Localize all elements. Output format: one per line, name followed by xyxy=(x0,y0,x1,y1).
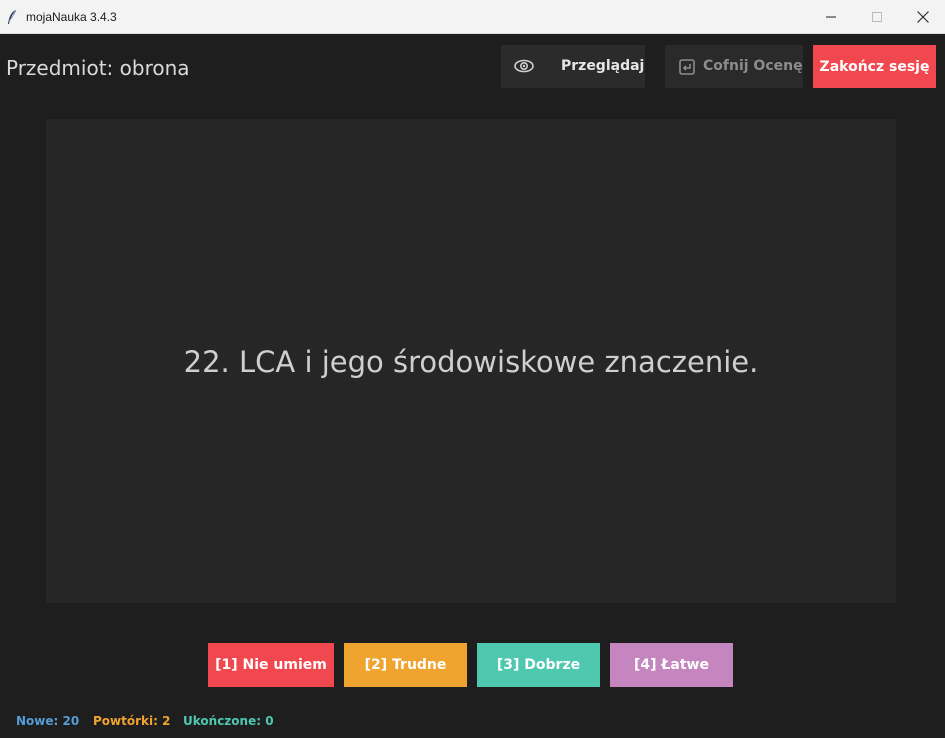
flashcard[interactable]: 22. LCA i jego środowiskowe znaczenie. xyxy=(46,119,896,603)
end-session-button[interactable]: Zakończ sesję xyxy=(813,45,936,88)
question-text: 22. LCA i jego środowiskowe znaczenie. xyxy=(183,345,759,379)
minimize-icon xyxy=(826,16,836,18)
close-button[interactable] xyxy=(900,0,945,34)
rating-hard-button[interactable]: [2] Trudne xyxy=(344,643,467,687)
undo-icon xyxy=(679,59,695,75)
reviews-count: Powtórki: 2 xyxy=(93,714,171,728)
rating-again-button[interactable]: [1] Nie umiem xyxy=(208,643,334,687)
browse-label: Przeglądaj xyxy=(561,58,645,74)
rating-good-button[interactable]: [3] Dobrze xyxy=(477,643,600,687)
subject-title: Przedmiot: obrona xyxy=(6,56,190,80)
done-count: Ukończone: 0 xyxy=(183,714,274,728)
feather-icon xyxy=(8,9,17,24)
maximize-button[interactable] xyxy=(854,0,900,34)
maximize-icon xyxy=(872,12,882,22)
close-icon xyxy=(917,11,929,23)
minimize-button[interactable] xyxy=(808,0,854,34)
title-bar: mojaNauka 3.4.3 xyxy=(0,0,945,34)
new-count: Nowe: 20 xyxy=(16,714,80,728)
rating-easy-button[interactable]: [4] Łatwe xyxy=(610,643,733,687)
undo-rating-button[interactable]: Cofnij Ocenę xyxy=(665,45,803,88)
window-title: mojaNauka 3.4.3 xyxy=(26,10,117,24)
browse-button[interactable]: Przeglądaj xyxy=(501,45,645,88)
eye-icon xyxy=(514,59,534,73)
undo-label: Cofnij Ocenę xyxy=(703,58,803,74)
